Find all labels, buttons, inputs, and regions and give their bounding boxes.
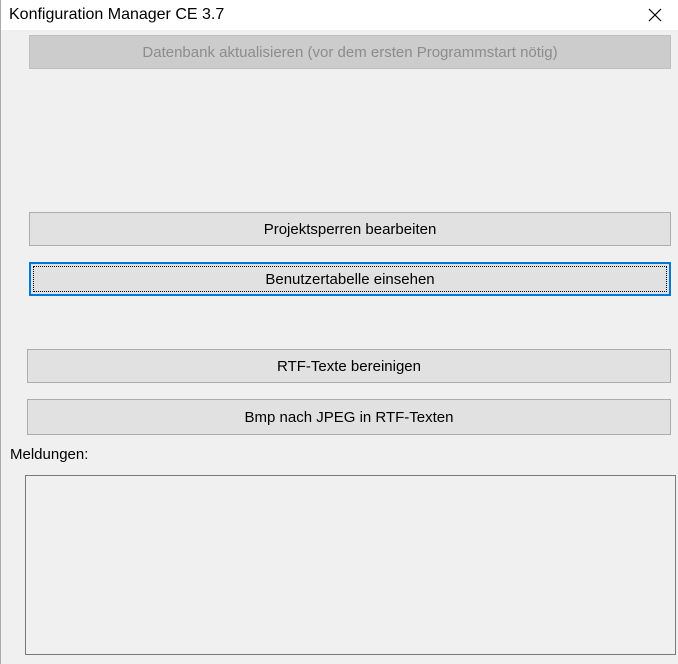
edit-project-locks-button[interactable]: Projektsperren bearbeiten [29,212,671,246]
update-database-button[interactable]: Datenbank aktualisieren (vor dem ersten … [29,35,671,69]
messages-textbox[interactable] [25,475,676,655]
view-user-table-button[interactable]: Benutzertabelle einsehen [29,262,671,296]
bmp-to-jpeg-button[interactable]: Bmp nach JPEG in RTF-Texten [27,399,671,435]
clean-rtf-texts-button[interactable]: RTF-Texte bereinigen [27,349,671,383]
messages-label: Meldungen: [10,446,89,463]
view-user-table-label: Benutzertabelle einsehen [265,270,435,288]
window-title: Konfiguration Manager CE 3.7 [9,6,225,23]
config-manager-window: Konfiguration Manager CE 3.7 Datenbank a… [0,0,678,664]
close-button[interactable] [632,0,678,30]
close-icon [647,7,663,23]
title-bar: Konfiguration Manager CE 3.7 [1,0,678,30]
